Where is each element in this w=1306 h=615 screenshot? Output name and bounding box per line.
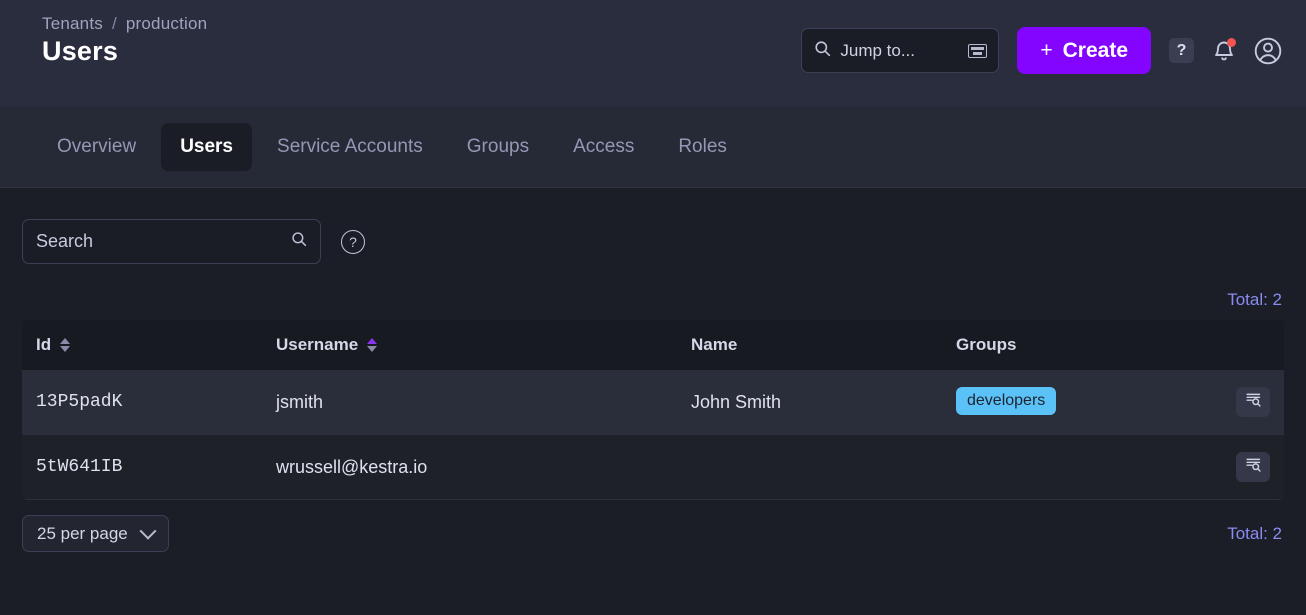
group-badge[interactable]: developers bbox=[956, 387, 1056, 415]
table-header: Id Username bbox=[22, 320, 1284, 370]
sort-toggle-id[interactable] bbox=[60, 338, 70, 352]
main-content: ? Total: 2 Id Usernam bbox=[0, 188, 1306, 552]
cell-username: jsmith bbox=[262, 370, 677, 435]
question-circle-icon[interactable]: ? bbox=[341, 230, 365, 254]
tab-groups[interactable]: Groups bbox=[448, 123, 548, 171]
cell-username: wrussell@kestra.io bbox=[262, 435, 677, 500]
cell-id[interactable]: 13P5padK bbox=[22, 370, 262, 435]
row-logs-button[interactable] bbox=[1236, 452, 1270, 482]
question-mark-icon: ? bbox=[1169, 38, 1194, 63]
cell-groups: developers bbox=[942, 370, 1284, 435]
chevron-down-icon bbox=[139, 522, 156, 539]
column-header-id[interactable]: Id bbox=[22, 320, 262, 370]
users-table: Id Username bbox=[22, 320, 1284, 500]
keyboard-icon bbox=[968, 44, 987, 58]
filter-bar: ? bbox=[22, 188, 1284, 264]
notification-badge-dot bbox=[1227, 38, 1236, 47]
plus-icon: + bbox=[1040, 39, 1052, 63]
notifications-button[interactable] bbox=[1212, 38, 1236, 64]
column-header-id-label: Id bbox=[36, 335, 51, 355]
column-header-groups: Groups bbox=[942, 320, 1284, 370]
jump-to-placeholder: Jump to... bbox=[840, 41, 959, 61]
user-avatar-icon bbox=[1254, 37, 1282, 65]
search-box[interactable] bbox=[22, 219, 321, 264]
breadcrumb-root[interactable]: Tenants bbox=[42, 14, 103, 34]
user-menu-button[interactable] bbox=[1254, 37, 1282, 65]
table-row[interactable]: 5tW641IB wrussell@kestra.io bbox=[22, 435, 1284, 500]
search-icon[interactable] bbox=[291, 231, 307, 252]
tab-users[interactable]: Users bbox=[161, 123, 252, 171]
tab-overview[interactable]: Overview bbox=[38, 123, 155, 171]
bell-icon bbox=[1212, 38, 1236, 64]
cell-name bbox=[677, 435, 942, 500]
help-button[interactable]: ? bbox=[1169, 38, 1194, 63]
log-search-icon bbox=[1245, 391, 1262, 413]
search-icon bbox=[814, 40, 831, 62]
tab-access[interactable]: Access bbox=[554, 123, 653, 171]
tab-service-accounts[interactable]: Service Accounts bbox=[258, 123, 442, 171]
sort-ascending-icon bbox=[367, 338, 377, 344]
column-header-name: Name bbox=[677, 320, 942, 370]
breadcrumb: Tenants / production bbox=[42, 14, 207, 34]
jump-to-search[interactable]: Jump to... bbox=[801, 28, 999, 73]
per-page-select[interactable]: 25 per page bbox=[22, 515, 169, 552]
page-title: Users bbox=[42, 36, 207, 67]
cell-groups bbox=[942, 435, 1284, 500]
sort-ascending-icon bbox=[60, 338, 70, 344]
header-actions: Jump to... + Create ? bbox=[801, 27, 1282, 74]
per-page-label: 25 per page bbox=[37, 524, 128, 544]
app-header: Tenants / production Users Jump to... + … bbox=[0, 0, 1306, 107]
column-header-username-label: Username bbox=[276, 335, 358, 355]
table-header-row: Id Username bbox=[22, 320, 1284, 370]
sort-descending-icon bbox=[60, 346, 70, 352]
cell-id[interactable]: 5tW641IB bbox=[22, 435, 262, 500]
log-search-icon bbox=[1245, 456, 1262, 478]
total-count-bottom: Total: 2 bbox=[1227, 524, 1282, 544]
header-left: Tenants / production Users bbox=[42, 14, 207, 67]
column-header-groups-label: Groups bbox=[956, 335, 1016, 355]
column-header-username[interactable]: Username bbox=[262, 320, 677, 370]
column-header-name-label: Name bbox=[691, 335, 737, 355]
cell-name: John Smith bbox=[677, 370, 942, 435]
sort-descending-icon bbox=[367, 346, 377, 352]
table-body: 13P5padK jsmith John Smith developers bbox=[22, 370, 1284, 500]
tab-roles[interactable]: Roles bbox=[659, 123, 746, 171]
total-count-top: Total: 2 bbox=[22, 264, 1284, 320]
sort-toggle-username[interactable] bbox=[367, 338, 377, 352]
breadcrumb-separator: / bbox=[112, 14, 117, 34]
table-row[interactable]: 13P5padK jsmith John Smith developers bbox=[22, 370, 1284, 435]
create-button[interactable]: + Create bbox=[1017, 27, 1151, 74]
create-button-label: Create bbox=[1063, 39, 1128, 63]
tab-bar: Overview Users Service Accounts Groups A… bbox=[0, 107, 1306, 188]
row-logs-button[interactable] bbox=[1236, 387, 1270, 417]
breadcrumb-current[interactable]: production bbox=[126, 14, 207, 34]
search-input[interactable] bbox=[36, 231, 291, 252]
table-footer: 25 per page Total: 2 bbox=[22, 500, 1284, 552]
